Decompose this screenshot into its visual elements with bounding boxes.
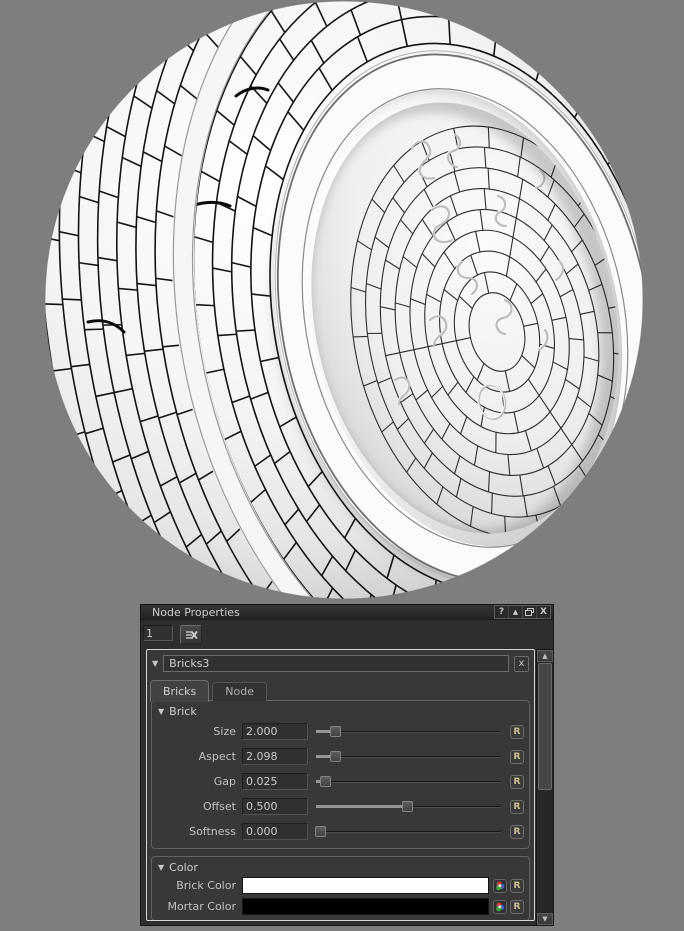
brick-color-label: Brick Color	[152, 879, 236, 892]
size-label: Size	[152, 725, 236, 738]
size-reset-button[interactable]: R	[510, 725, 524, 739]
gap-reset-button[interactable]: R	[510, 775, 524, 789]
size-slider-handle[interactable]	[330, 726, 341, 737]
gap-slider[interactable]	[316, 775, 501, 788]
section-color-title: Color	[169, 861, 198, 874]
remove-node-icon	[185, 630, 198, 640]
property-row-softness: Softness R	[152, 819, 529, 844]
node-header: ▼ Bricks3 x	[147, 650, 534, 674]
softness-reset-button[interactable]: R	[510, 825, 524, 839]
node-name-field[interactable]: Bricks3	[163, 655, 509, 672]
aspect-slider[interactable]	[316, 750, 501, 763]
property-row-size: Size R	[152, 719, 529, 744]
viewport-render[interactable]	[0, 0, 684, 605]
section-brick-title: Brick	[169, 705, 197, 718]
node-close-button[interactable]: x	[514, 656, 529, 672]
aspect-slider-handle[interactable]	[330, 751, 341, 762]
tab-bricks[interactable]: Bricks	[150, 680, 209, 702]
help-icon[interactable]: ?	[495, 606, 508, 618]
size-input[interactable]	[242, 723, 308, 740]
gap-slider-handle[interactable]	[320, 776, 331, 787]
property-row-mortar-color: Mortar Color R	[152, 896, 529, 917]
property-row-offset: Offset R	[152, 794, 529, 819]
collapse-node-icon[interactable]: ▼	[152, 660, 158, 668]
section-color: ▼ Color Brick Color R Mortar Color	[151, 856, 530, 921]
vertical-scrollbar[interactable]: ▲ ▼	[536, 649, 554, 926]
scroll-up-icon[interactable]: ▲	[537, 650, 553, 662]
remove-node-button[interactable]	[180, 625, 202, 644]
node-tabs: Bricks Node	[147, 680, 534, 701]
property-row-aspect: Aspect R	[152, 744, 529, 769]
node-index-input[interactable]	[143, 625, 173, 641]
aspect-label: Aspect	[152, 750, 236, 763]
softness-slider[interactable]	[316, 825, 501, 838]
mortar-color-picker-button[interactable]	[493, 900, 507, 914]
gap-label: Gap	[152, 775, 236, 788]
rgb-picker-icon	[495, 902, 505, 912]
section-brick-header[interactable]: ▼ Brick	[152, 701, 529, 719]
offset-slider[interactable]	[316, 800, 501, 813]
node-properties-window: Node Properties ? ▲ X ▼ Bricks3 x Bricks…	[140, 604, 554, 926]
section-color-header[interactable]: ▼ Color	[152, 857, 529, 875]
offset-reset-button[interactable]: R	[510, 800, 524, 814]
aspect-reset-button[interactable]: R	[510, 750, 524, 764]
brick-color-reset-button[interactable]: R	[510, 879, 524, 893]
collapse-section-icon: ▼	[158, 864, 164, 872]
brick-color-swatch[interactable]	[242, 877, 489, 894]
scrollbar-thumb[interactable]	[538, 663, 552, 790]
window-title: Node Properties	[152, 606, 240, 619]
collapse-section-icon: ▼	[158, 708, 164, 716]
offset-slider-handle[interactable]	[402, 801, 413, 812]
size-slider[interactable]	[316, 725, 501, 738]
window-titlebar[interactable]: Node Properties ? ▲ X	[141, 605, 553, 620]
gap-input[interactable]	[242, 773, 308, 790]
shade-icon[interactable]: ▲	[508, 606, 522, 618]
tab-node[interactable]: Node	[212, 682, 267, 701]
section-brick: ▼ Brick Size R Aspect R Gap	[151, 700, 530, 849]
offset-label: Offset	[152, 800, 236, 813]
rgb-picker-icon	[495, 881, 505, 891]
mortar-color-reset-button[interactable]: R	[510, 900, 524, 914]
brick-color-picker-button[interactable]	[493, 879, 507, 893]
softness-label: Softness	[152, 825, 236, 838]
scroll-down-icon[interactable]: ▼	[537, 913, 553, 925]
property-row-brick-color: Brick Color R	[152, 875, 529, 896]
softness-slider-handle[interactable]	[315, 826, 326, 837]
close-icon[interactable]: X	[536, 606, 550, 618]
offset-input[interactable]	[242, 798, 308, 815]
mortar-color-swatch[interactable]	[242, 898, 489, 915]
window-controls: ? ▲ X	[494, 605, 551, 619]
float-icon[interactable]	[522, 606, 536, 618]
property-row-gap: Gap R	[152, 769, 529, 794]
node-editor-container: ▼ Bricks3 x Bricks Node ▼ Brick Size R	[146, 649, 535, 921]
mortar-color-label: Mortar Color	[152, 900, 236, 913]
softness-input[interactable]	[242, 823, 308, 840]
aspect-input[interactable]	[242, 748, 308, 765]
